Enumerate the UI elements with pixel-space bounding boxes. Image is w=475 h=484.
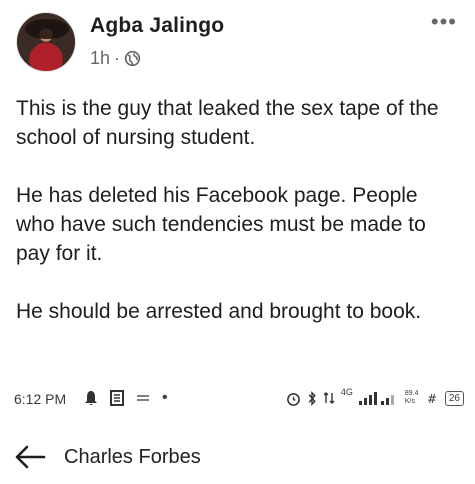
meta-separator: · bbox=[114, 48, 121, 68]
network-speed: 89.4 K/s bbox=[404, 390, 419, 405]
battery-icon: 26 bbox=[444, 390, 464, 406]
status-bar: 6:12 PM • 4G 89.4 K/s # 26 bbox=[14, 387, 464, 412]
post-time[interactable]: 1h bbox=[90, 48, 110, 69]
bluetooth-icon bbox=[308, 390, 316, 406]
dot-icon: • bbox=[162, 389, 168, 406]
network-type: 4G bbox=[340, 387, 353, 397]
post-paragraph: He should be arrested and brought to boo… bbox=[16, 300, 422, 323]
avatar[interactable] bbox=[16, 12, 76, 72]
alarm-icon bbox=[286, 392, 300, 406]
signal-icon bbox=[358, 392, 394, 405]
system-icons: 4G 89.4 K/s # 26 bbox=[286, 387, 464, 406]
notification-icons: • bbox=[84, 390, 168, 406]
post-header: Agba Jalingo 1h · ••• bbox=[16, 10, 459, 74]
post-paragraph: This is the guy that leaked the sex tape… bbox=[16, 97, 439, 149]
more-options-icon[interactable]: ••• bbox=[431, 11, 457, 33]
nav-bar: Charles Forbes bbox=[14, 440, 464, 476]
post-text: This is the guy that leaked the sex tape… bbox=[16, 94, 456, 355]
arrow-left-icon[interactable] bbox=[14, 444, 46, 470]
wifi-hotspot-icon: # bbox=[427, 392, 437, 404]
post-meta: 1h · bbox=[90, 48, 141, 69]
svg-text:#: # bbox=[427, 392, 437, 404]
news-icon bbox=[110, 390, 124, 406]
globe-icon bbox=[124, 50, 141, 67]
nav-title[interactable]: Charles Forbes bbox=[64, 446, 201, 469]
notification-bell-icon bbox=[85, 391, 97, 405]
status-time: 6:12 PM bbox=[14, 391, 67, 407]
author-name[interactable]: Agba Jalingo bbox=[90, 14, 224, 38]
data-icon bbox=[137, 395, 149, 401]
post-paragraph: He has deleted his Facebook page. People… bbox=[16, 184, 426, 265]
sync-icon bbox=[323, 392, 335, 404]
